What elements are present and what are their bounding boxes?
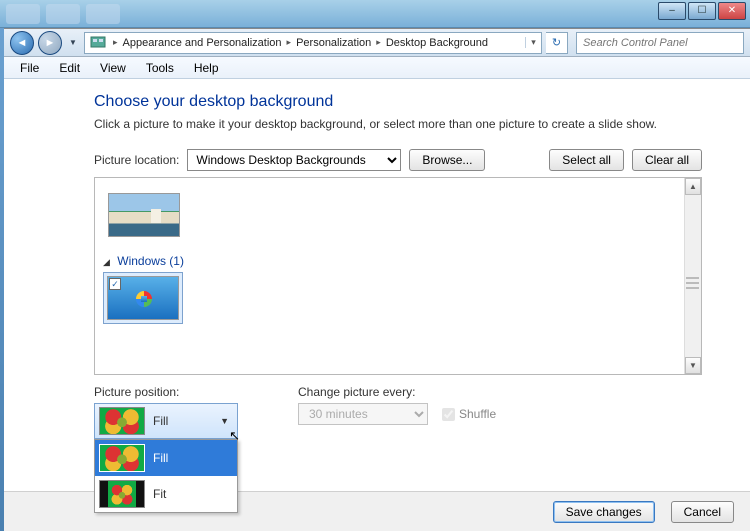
breadcrumb-item[interactable]: Desktop Background	[383, 37, 491, 49]
maximize-button[interactable]: ☐	[688, 2, 716, 20]
picture-location-label: Picture location:	[94, 153, 179, 167]
refresh-button[interactable]: ↻	[546, 32, 568, 54]
menu-view[interactable]: View	[90, 59, 136, 77]
chevron-down-icon: ▼	[216, 416, 233, 426]
breadcrumb-item[interactable]: Personalization	[293, 37, 374, 49]
thumbnail-image	[108, 193, 180, 237]
content-pane: Choose your desktop background Click a p…	[4, 79, 750, 453]
menu-edit[interactable]: Edit	[49, 59, 90, 77]
nav-history-dropdown[interactable]: ▼	[66, 31, 80, 55]
change-every-select: 30 minutes	[298, 403, 428, 425]
picture-list: ◢ Windows (1) ✓ ▲ ▼	[94, 177, 702, 375]
breadcrumb-item[interactable]: Appearance and Personalization	[120, 37, 285, 49]
picture-position-select[interactable]: Fill ▼ ↖ Fill Fit	[94, 403, 238, 439]
scroll-down-button[interactable]: ▼	[685, 357, 701, 374]
menu-file[interactable]: File	[10, 59, 49, 77]
taskbar-thumb	[86, 4, 120, 24]
position-option-fit[interactable]: Fit	[95, 476, 237, 512]
picture-thumb[interactable]: ✓	[103, 272, 183, 324]
group-header-windows[interactable]: ◢ Windows (1)	[103, 254, 693, 268]
forward-button[interactable]: ►	[38, 31, 62, 55]
picture-location-select[interactable]: Windows Desktop Backgrounds	[187, 149, 401, 171]
browse-button[interactable]: Browse...	[409, 149, 485, 171]
select-all-button[interactable]: Select all	[549, 149, 624, 171]
menu-bar: File Edit View Tools Help	[4, 57, 750, 79]
collapse-triangle-icon: ◢	[103, 257, 110, 267]
scroll-grip-icon	[686, 276, 699, 290]
breadcrumb-dropdown[interactable]: ▾	[525, 37, 541, 48]
position-option-fill[interactable]: Fill	[95, 440, 237, 476]
position-preview-icon	[99, 407, 145, 435]
checkmark-icon: ✓	[109, 278, 121, 290]
page-subtitle: Click a picture to make it your desktop …	[94, 117, 702, 131]
change-every-label: Change picture every:	[298, 385, 496, 399]
breadcrumb[interactable]: ▸ Appearance and Personalization ▸ Perso…	[84, 32, 542, 54]
shuffle-label: Shuffle	[459, 407, 496, 421]
menu-tools[interactable]: Tools	[136, 59, 184, 77]
menu-help[interactable]: Help	[184, 59, 229, 77]
scrollbar[interactable]: ▲ ▼	[684, 178, 701, 374]
picture-position-label: Picture position:	[94, 385, 238, 399]
taskbar-thumb	[46, 4, 80, 24]
location-row: Picture location: Windows Desktop Backgr…	[94, 149, 702, 171]
scroll-up-button[interactable]: ▲	[685, 178, 701, 195]
minimize-button[interactable]: –	[658, 2, 686, 20]
back-button[interactable]: ◄	[10, 31, 34, 55]
option-label: Fit	[153, 487, 166, 501]
taskbar-blur	[0, 0, 750, 28]
close-button[interactable]: ✕	[718, 2, 746, 20]
picture-position-value: Fill	[153, 414, 216, 428]
position-preview-icon	[99, 480, 145, 508]
chevron-right-icon: ▸	[374, 37, 383, 48]
chevron-right-icon: ▸	[111, 37, 120, 48]
explorer-window: ◄ ► ▼ ▸ Appearance and Personalization ▸…	[4, 28, 750, 531]
page-title: Choose your desktop background	[94, 93, 702, 111]
address-toolbar: ◄ ► ▼ ▸ Appearance and Personalization ▸…	[4, 29, 750, 57]
shuffle-checkbox: Shuffle	[442, 407, 496, 421]
picture-position-dropdown: Fill Fit	[94, 439, 238, 513]
search-input[interactable]	[576, 32, 744, 54]
window-controls: – ☐ ✕	[658, 2, 746, 20]
group-header-label: Windows (1)	[117, 254, 184, 268]
clear-all-button[interactable]: Clear all	[632, 149, 702, 171]
control-panel-icon	[89, 35, 107, 51]
option-label: Fill	[153, 451, 168, 465]
cancel-button[interactable]: Cancel	[671, 501, 734, 523]
picture-thumb[interactable]	[103, 188, 185, 242]
shuffle-input	[442, 408, 455, 421]
taskbar-thumb	[6, 4, 40, 24]
position-preview-icon	[99, 444, 145, 472]
save-changes-button[interactable]: Save changes	[553, 501, 655, 523]
bottom-controls: Picture position: Fill ▼ ↖ Fill Fit	[94, 385, 702, 439]
thumbnail-image: ✓	[107, 276, 179, 320]
chevron-right-icon: ▸	[285, 37, 294, 48]
